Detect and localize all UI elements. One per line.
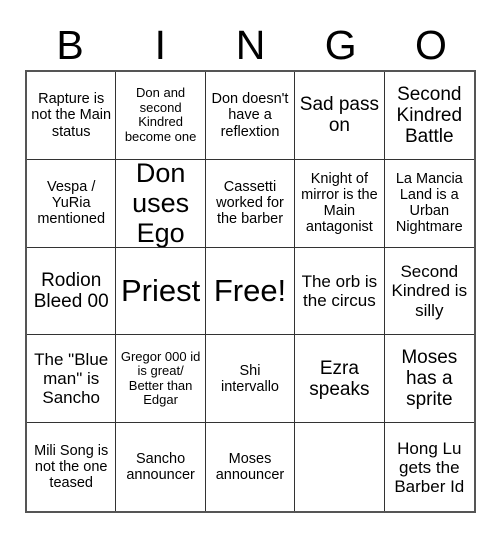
bingo-cell-label: Sancho announcer bbox=[126, 450, 195, 484]
bingo-cell-label: Shi intervallo bbox=[220, 362, 279, 395]
bingo-cell-label: Second Kindred Battle bbox=[396, 83, 463, 148]
bingo-cell-label: Moses has a sprite bbox=[401, 346, 458, 411]
bingo-header-letter-i: I bbox=[154, 21, 166, 68]
bingo-cell-label: Don and second Kindred become one bbox=[124, 85, 197, 144]
bingo-cell[interactable]: Sancho announcer bbox=[116, 423, 206, 511]
bingo-cell[interactable]: Gregor 000 id is great/ Better than Edga… bbox=[116, 335, 206, 424]
bingo-cell[interactable]: Second Kindred Battle bbox=[384, 72, 474, 160]
bingo-cell[interactable]: The "Blue man" is Sancho bbox=[27, 335, 117, 424]
bingo-cell-label: Don uses Ego bbox=[132, 159, 190, 248]
bingo-header-letter-o: O bbox=[414, 21, 447, 68]
bingo-cell-label: Moses announcer bbox=[215, 450, 285, 484]
bingo-cell[interactable]: La Mancia Land is a Urban Nightmare bbox=[384, 159, 474, 248]
bingo-cell-label: The orb is the circus bbox=[301, 271, 378, 310]
bingo-header-letter-g: G bbox=[324, 21, 357, 68]
bingo-cell[interactable]: Moses has a sprite bbox=[384, 335, 474, 424]
bingo-cell-label: Don doesn't have a reflextion bbox=[211, 91, 289, 140]
bingo-cell[interactable] bbox=[295, 423, 385, 511]
bingo-cell-label: Gregor 000 id is great/ Better than Edga… bbox=[120, 348, 201, 408]
bingo-cell-label: Priest bbox=[120, 272, 201, 308]
bingo-cell[interactable]: Ezra speaks bbox=[295, 335, 385, 424]
bingo-cell-label: Free! bbox=[213, 272, 287, 308]
bingo-header-letter-n: N bbox=[235, 21, 266, 68]
bingo-cell-label: Second Kindred is silly bbox=[391, 262, 468, 320]
bingo-cell-label: Ezra speaks bbox=[309, 357, 370, 400]
bingo-cell[interactable]: Shi intervallo bbox=[205, 335, 296, 424]
bingo-cell-label: Rapture is not the Main status bbox=[31, 91, 112, 140]
bingo-cell[interactable]: Moses announcer bbox=[205, 423, 296, 511]
bingo-header-row: B I N G O bbox=[25, 22, 476, 68]
bingo-cell[interactable]: Don doesn't have a reflextion bbox=[205, 72, 296, 160]
bingo-cell[interactable]: Vespa / YuRia mentioned bbox=[27, 159, 117, 248]
bingo-cell[interactable]: Rapture is not the Main status bbox=[27, 72, 117, 160]
bingo-cell-label: Knight of mirror is the Main antagonist bbox=[301, 170, 378, 236]
bingo-cell[interactable]: Second Kindred is silly bbox=[384, 247, 474, 336]
bingo-cell[interactable]: Hong Lu gets the Barber Id bbox=[384, 423, 474, 511]
bingo-header-letter-b: B bbox=[56, 21, 84, 68]
bingo-cell[interactable]: Don and second Kindred become one bbox=[116, 72, 206, 160]
bingo-cell-label: Cassetti worked for the barber bbox=[216, 178, 284, 228]
bingo-cell[interactable]: Don uses Ego bbox=[116, 159, 206, 248]
bingo-card: B I N G O Rapture is not the Main status… bbox=[0, 0, 500, 544]
bingo-cell[interactable]: The orb is the circus bbox=[295, 247, 385, 336]
bingo-cell-label: Mili Song is not the one teased bbox=[34, 442, 109, 492]
bingo-cell-label: Rodion Bleed 00 bbox=[33, 269, 109, 312]
bingo-cell-label: La Mancia Land is a Urban Nightmare bbox=[395, 170, 463, 236]
bingo-cell-free[interactable]: Free! bbox=[205, 247, 296, 336]
bingo-cell-label: Sad pass on bbox=[299, 94, 379, 137]
bingo-cell[interactable]: Mili Song is not the one teased bbox=[27, 423, 117, 511]
bingo-cell[interactable]: Rodion Bleed 00 bbox=[27, 247, 117, 336]
bingo-cell[interactable]: Sad pass on bbox=[295, 72, 385, 160]
bingo-cell-label: The "Blue man" is Sancho bbox=[34, 350, 109, 408]
bingo-cell-label: Hong Lu gets the Barber Id bbox=[394, 438, 465, 496]
bingo-cell[interactable]: Knight of mirror is the Main antagonist bbox=[295, 159, 385, 248]
bingo-cell[interactable]: Priest bbox=[116, 247, 206, 336]
bingo-cell[interactable]: Cassetti worked for the barber bbox=[205, 159, 296, 248]
bingo-grid: Rapture is not the Main status Don and se… bbox=[25, 70, 476, 513]
bingo-cell-label: Vespa / YuRia mentioned bbox=[37, 178, 106, 228]
